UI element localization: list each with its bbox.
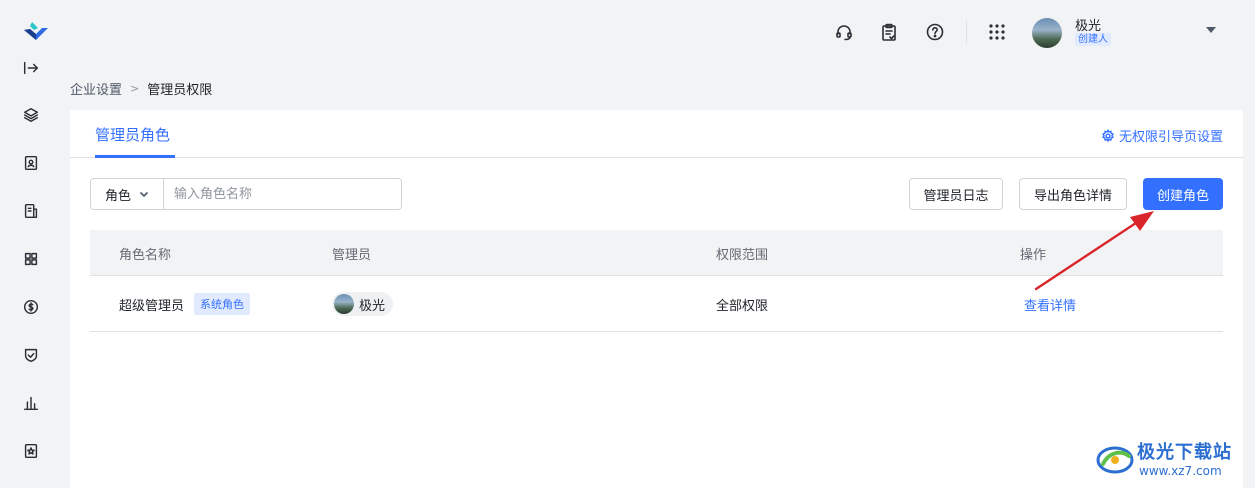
top-bar: 极光 创建人 <box>70 0 1255 64</box>
tab-bar: 管理员角色 无权限引导页设置 <box>70 110 1243 158</box>
billing-icon[interactable] <box>21 297 41 317</box>
column-header-scope: 权限范围 <box>716 248 769 263</box>
admin-chip[interactable]: 极光 <box>332 292 394 316</box>
watermark-url: www.xz7.com <box>1139 464 1222 478</box>
watermark: 极光下载站 www.xz7.com <box>1095 436 1250 484</box>
export-role-details-button[interactable]: 导出角色详情 <box>1019 178 1127 210</box>
column-header-role-name: 角色名称 <box>119 248 172 263</box>
permission-scope: 全部权限 <box>716 299 769 314</box>
admin-log-button[interactable]: 管理员日志 <box>909 178 1003 210</box>
apps-grid-icon[interactable] <box>986 21 1008 43</box>
breadcrumb-separator-icon: > <box>130 82 140 95</box>
filter-type-select[interactable]: 角色 <box>91 179 164 209</box>
help-icon[interactable] <box>924 21 946 43</box>
filter-type-value: 角色 <box>104 188 131 204</box>
create-role-button[interactable]: 创建角色 <box>1143 178 1223 210</box>
role-search-filter: 角色 <box>90 178 402 210</box>
analytics-icon[interactable] <box>21 393 41 413</box>
apps-icon[interactable] <box>21 249 41 269</box>
table-row: 超级管理员 系统角色 极光 全部权限 查看详情 <box>90 276 1223 332</box>
expand-sidebar-icon[interactable] <box>21 58 41 78</box>
admin-name: 极光 <box>359 298 386 314</box>
column-header-admin: 管理员 <box>332 248 372 263</box>
chevron-down-icon <box>139 191 149 198</box>
favorites-icon[interactable] <box>21 441 41 461</box>
user-avatar[interactable] <box>1032 18 1062 48</box>
main-card: 管理员角色 无权限引导页设置 角色 管理员日志 导出角色详情 创建角色 角色名称… <box>70 110 1243 488</box>
role-name: 超级管理员 <box>119 299 185 314</box>
topbar-divider <box>966 20 967 44</box>
left-sidebar <box>0 0 70 488</box>
no-permission-guide-label: 无权限引导页设置 <box>1118 130 1223 145</box>
user-name: 极光 <box>1075 19 1102 34</box>
no-permission-guide-settings-link[interactable]: 无权限引导页设置 <box>1101 126 1223 145</box>
user-menu-caret-icon[interactable] <box>1206 27 1216 33</box>
watermark-title: 极光下载站 <box>1137 442 1232 463</box>
contacts-icon[interactable] <box>21 153 41 173</box>
security-shield-icon[interactable] <box>21 345 41 365</box>
user-role-badge: 创建人 <box>1075 33 1111 46</box>
clipboard-icon[interactable] <box>878 21 900 43</box>
headset-icon[interactable] <box>833 21 855 43</box>
app-logo[interactable] <box>22 20 50 44</box>
layers-icon[interactable] <box>21 105 41 125</box>
gear-icon <box>1102 128 1114 142</box>
breadcrumb: 企业设置 > 管理员权限 <box>70 79 212 98</box>
table-header: 角色名称 管理员 权限范围 操作 <box>90 230 1223 276</box>
column-header-actions: 操作 <box>1020 248 1047 263</box>
admin-avatar <box>334 294 354 314</box>
tab-admin-roles[interactable]: 管理员角色 <box>95 124 170 145</box>
system-role-tag: 系统角色 <box>194 293 250 315</box>
role-name-search-input[interactable] <box>164 179 401 209</box>
organization-icon[interactable] <box>21 201 41 221</box>
breadcrumb-parent[interactable]: 企业设置 <box>70 79 122 98</box>
watermark-logo-icon <box>1096 446 1134 474</box>
view-details-link[interactable]: 查看详情 <box>1024 295 1076 314</box>
active-tab-indicator <box>95 155 175 158</box>
breadcrumb-current: 管理员权限 <box>147 83 213 98</box>
